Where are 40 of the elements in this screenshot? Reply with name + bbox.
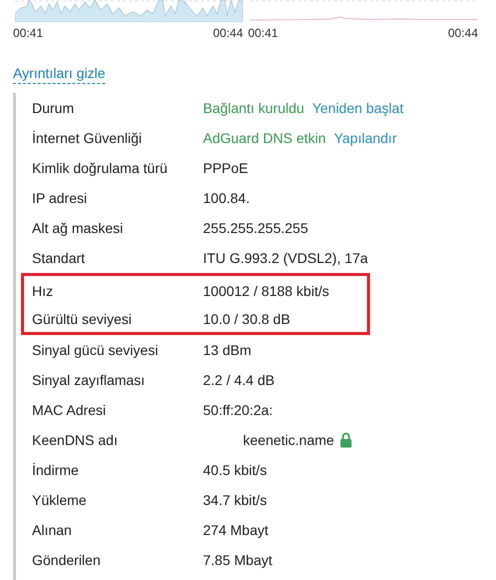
field-value: 2.2 / 4.4 dB [203,372,275,388]
field-label: IP adresi [32,190,88,206]
field-value: 7.85 Mbayt [203,552,272,568]
field-value: PPPoE [203,160,248,176]
field-value: 100.84. [203,190,250,206]
time-label: 00:41 [13,26,44,40]
field-label: MAC Adresi [32,402,107,418]
field-label: Gönderilen [32,552,102,568]
field-value: 255.255.255.255 [203,220,308,236]
time-label: 00:44 [448,26,478,40]
hide-details-link[interactable]: Ayrıntıları gizle [13,65,106,84]
action-link[interactable]: Yapılandır [334,130,397,146]
field-label: KeenDNS adı [32,432,119,448]
time-label: 00:41 [248,26,278,40]
field-label: Alınan [32,522,73,538]
field-value: 10.0 / 30.8 dB [203,310,290,326]
field-label: Sinyal gücü seviyesi [32,342,160,358]
field-label: Hız [32,282,54,298]
field-label: Standart [32,250,86,266]
field-value: ITU G.993.2 (VDSL2), 17a [203,250,368,266]
field-value: 50:ff:20:2a: [203,402,273,418]
lock-icon [340,432,352,448]
field-label: Sinyal zayıflaması [32,372,146,388]
field-value: keenetic.name [243,432,334,448]
field-value: 100012 / 8188 kbit/s [203,282,330,298]
field-value: 34.7 kbit/s [203,492,267,508]
field-label: İndirme [32,462,80,478]
time-label: 00:44 [212,26,243,40]
action-link[interactable]: Yeniden başlat [312,100,404,116]
field-value: 40.5 kbit/s [203,462,267,478]
field-label: Gürültü seviyesi [32,310,133,326]
field-value: 274 Mbayt [203,522,268,538]
field-label: Alt ağ maskesi [32,220,124,236]
field-label: Durum [32,100,76,116]
status-text: Bağlantı kuruldu [203,100,304,116]
field-label: İnternet Güvenliği [32,130,143,146]
field-value: 13 dBm [203,342,252,358]
status-text: AdGuard DNS etkin [203,130,326,146]
field-label: Kimlik doğrulama türü [32,160,168,176]
field-label: Yükleme [32,492,88,508]
